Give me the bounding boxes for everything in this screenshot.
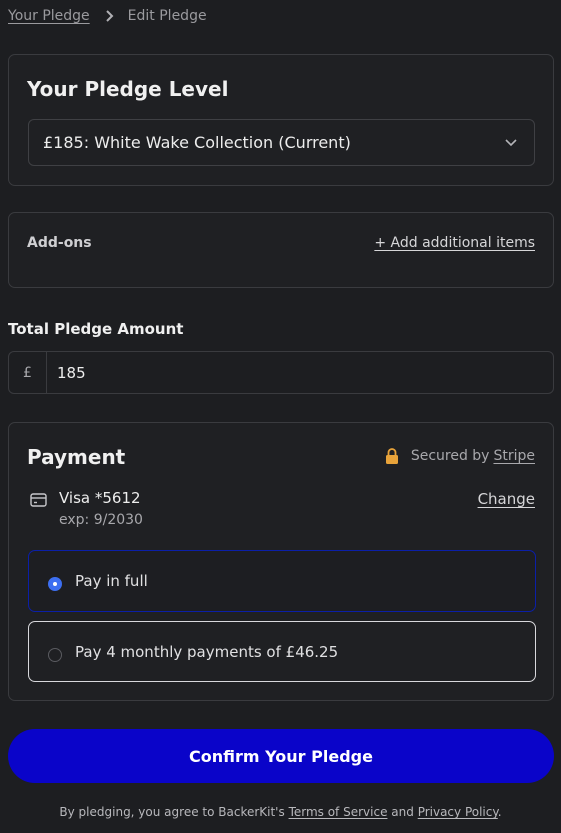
pay-in-full-option[interactable]: Pay in full bbox=[28, 550, 536, 612]
card-brand-number: Visa *5612 bbox=[59, 489, 141, 507]
chevron-right-icon bbox=[105, 10, 114, 22]
addons-title: Add-ons bbox=[27, 235, 92, 251]
terms-of-service-link[interactable]: Terms of Service bbox=[289, 805, 388, 819]
total-pledge-label: Total Pledge Amount bbox=[8, 320, 184, 338]
legal-notice: By pledging, you agree to BackerKit's Te… bbox=[0, 805, 561, 819]
breadcrumb: Your Pledge Edit Pledge bbox=[8, 6, 207, 26]
pledge-level-selected: £185: White Wake Collection (Current) bbox=[43, 133, 351, 152]
legal-suffix: . bbox=[497, 805, 502, 819]
pledge-level-select[interactable]: £185: White Wake Collection (Current) bbox=[28, 119, 535, 166]
pay-monthly-option[interactable]: Pay 4 monthly payments of £46.25 bbox=[28, 621, 536, 682]
privacy-policy-link[interactable]: Privacy Policy bbox=[418, 805, 498, 819]
breadcrumb-your-pledge-link[interactable]: Your Pledge bbox=[8, 8, 90, 24]
confirm-pledge-button[interactable]: Confirm Your Pledge bbox=[8, 729, 554, 783]
legal-prefix: By pledging, you agree to BackerKit's bbox=[59, 805, 285, 819]
pay-in-full-label: Pay in full bbox=[75, 572, 148, 590]
payment-title: Payment bbox=[27, 445, 126, 469]
addons-card: Add-ons + Add additional items bbox=[8, 212, 554, 288]
pay-in-full-radio[interactable] bbox=[48, 577, 62, 591]
total-pledge-amount-field[interactable]: £ 185 bbox=[8, 351, 554, 394]
credit-card-icon bbox=[30, 493, 47, 507]
chevron-down-icon bbox=[505, 139, 517, 147]
currency-symbol: £ bbox=[9, 352, 47, 393]
total-pledge-amount: 185 bbox=[57, 363, 86, 382]
stripe-link[interactable]: Stripe bbox=[493, 448, 535, 464]
add-additional-items-link[interactable]: + Add additional items bbox=[374, 235, 535, 251]
edit-pledge-page: Your Pledge Edit Pledge Your Pledge Leve… bbox=[0, 0, 561, 833]
lock-icon bbox=[385, 448, 398, 464]
pledge-level-card: Your Pledge Level £185: White Wake Colle… bbox=[8, 54, 554, 186]
payment-card: Payment Secured by Stripe Visa *5612 exp… bbox=[8, 422, 554, 701]
pay-monthly-radio[interactable] bbox=[48, 647, 62, 662]
change-card-link[interactable]: Change bbox=[478, 490, 535, 508]
card-expiry: exp: 9/2030 bbox=[59, 512, 143, 528]
pay-monthly-label: Pay 4 monthly payments of £46.25 bbox=[75, 642, 339, 661]
pledge-level-title: Your Pledge Level bbox=[27, 77, 229, 101]
secured-by-text: Secured by bbox=[410, 448, 490, 464]
secured-by-stripe: Secured by Stripe bbox=[385, 448, 535, 464]
legal-and: and bbox=[391, 805, 414, 819]
breadcrumb-current: Edit Pledge bbox=[127, 8, 207, 24]
